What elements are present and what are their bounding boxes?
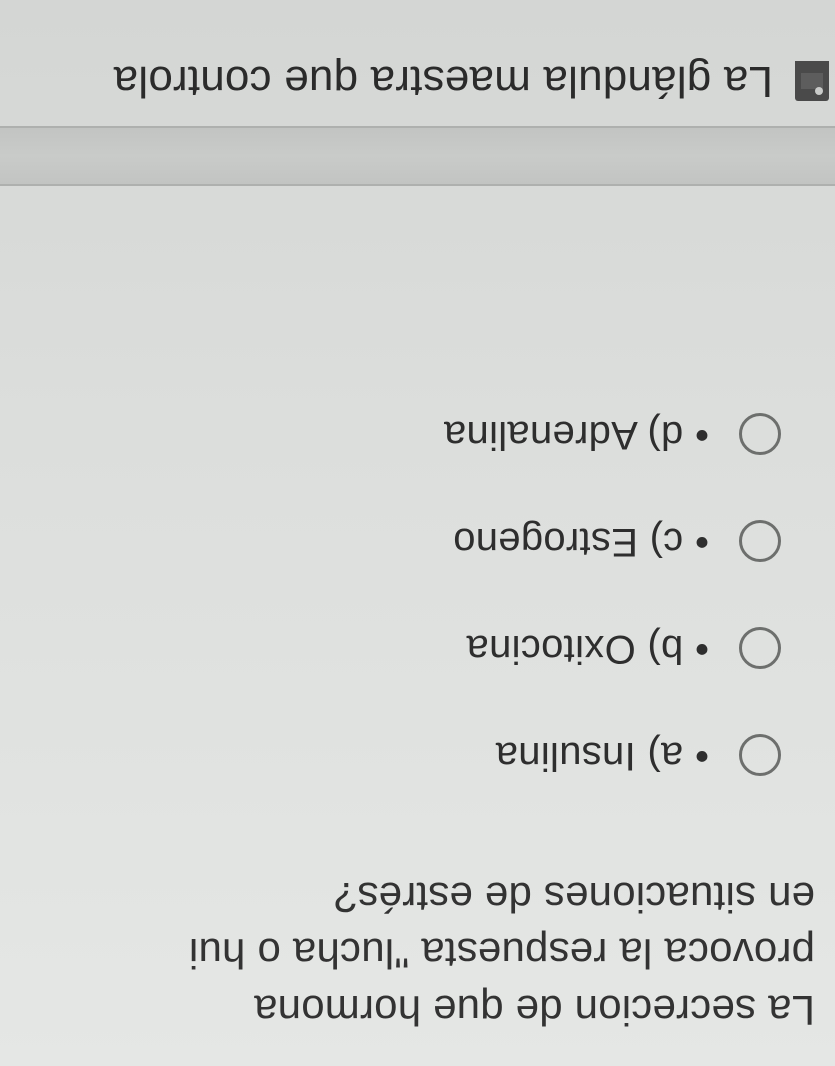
document-icon — [795, 61, 829, 101]
option-label: • d) Adrenalina — [444, 412, 709, 457]
question-block: La secrecion de que hormona provoca la r… — [0, 868, 835, 1066]
option-a[interactable]: • a) Insulina — [0, 733, 781, 778]
section-divider — [0, 126, 835, 186]
next-question-text: La glándula maestra que controla — [113, 56, 773, 106]
option-d[interactable]: • d) Adrenalina — [0, 412, 781, 457]
next-question-row: La glándula maestra que controla — [0, 56, 835, 106]
question-line-2: provoca la respuesta "lucha o hui — [0, 925, 815, 982]
quiz-viewport: La secrecion de que hormona provoca la r… — [0, 0, 835, 1066]
option-label: • b) Oxitocina — [466, 626, 709, 671]
radio-icon[interactable] — [739, 520, 781, 562]
question-line-1: La secrecion de que hormona — [0, 981, 815, 1038]
radio-icon[interactable] — [739, 413, 781, 455]
radio-icon[interactable] — [739, 627, 781, 669]
options-group: • a) Insulina • b) Oxitocina • c) Estrog… — [0, 412, 835, 778]
option-c[interactable]: • c) Estrogeno — [0, 519, 781, 564]
option-b[interactable]: • b) Oxitocina — [0, 626, 781, 671]
question-line-3: en situaciones de estrés? — [0, 868, 815, 925]
radio-icon[interactable] — [739, 734, 781, 776]
option-label: • c) Estrogeno — [453, 519, 709, 564]
option-label: • a) Insulina — [495, 733, 709, 778]
